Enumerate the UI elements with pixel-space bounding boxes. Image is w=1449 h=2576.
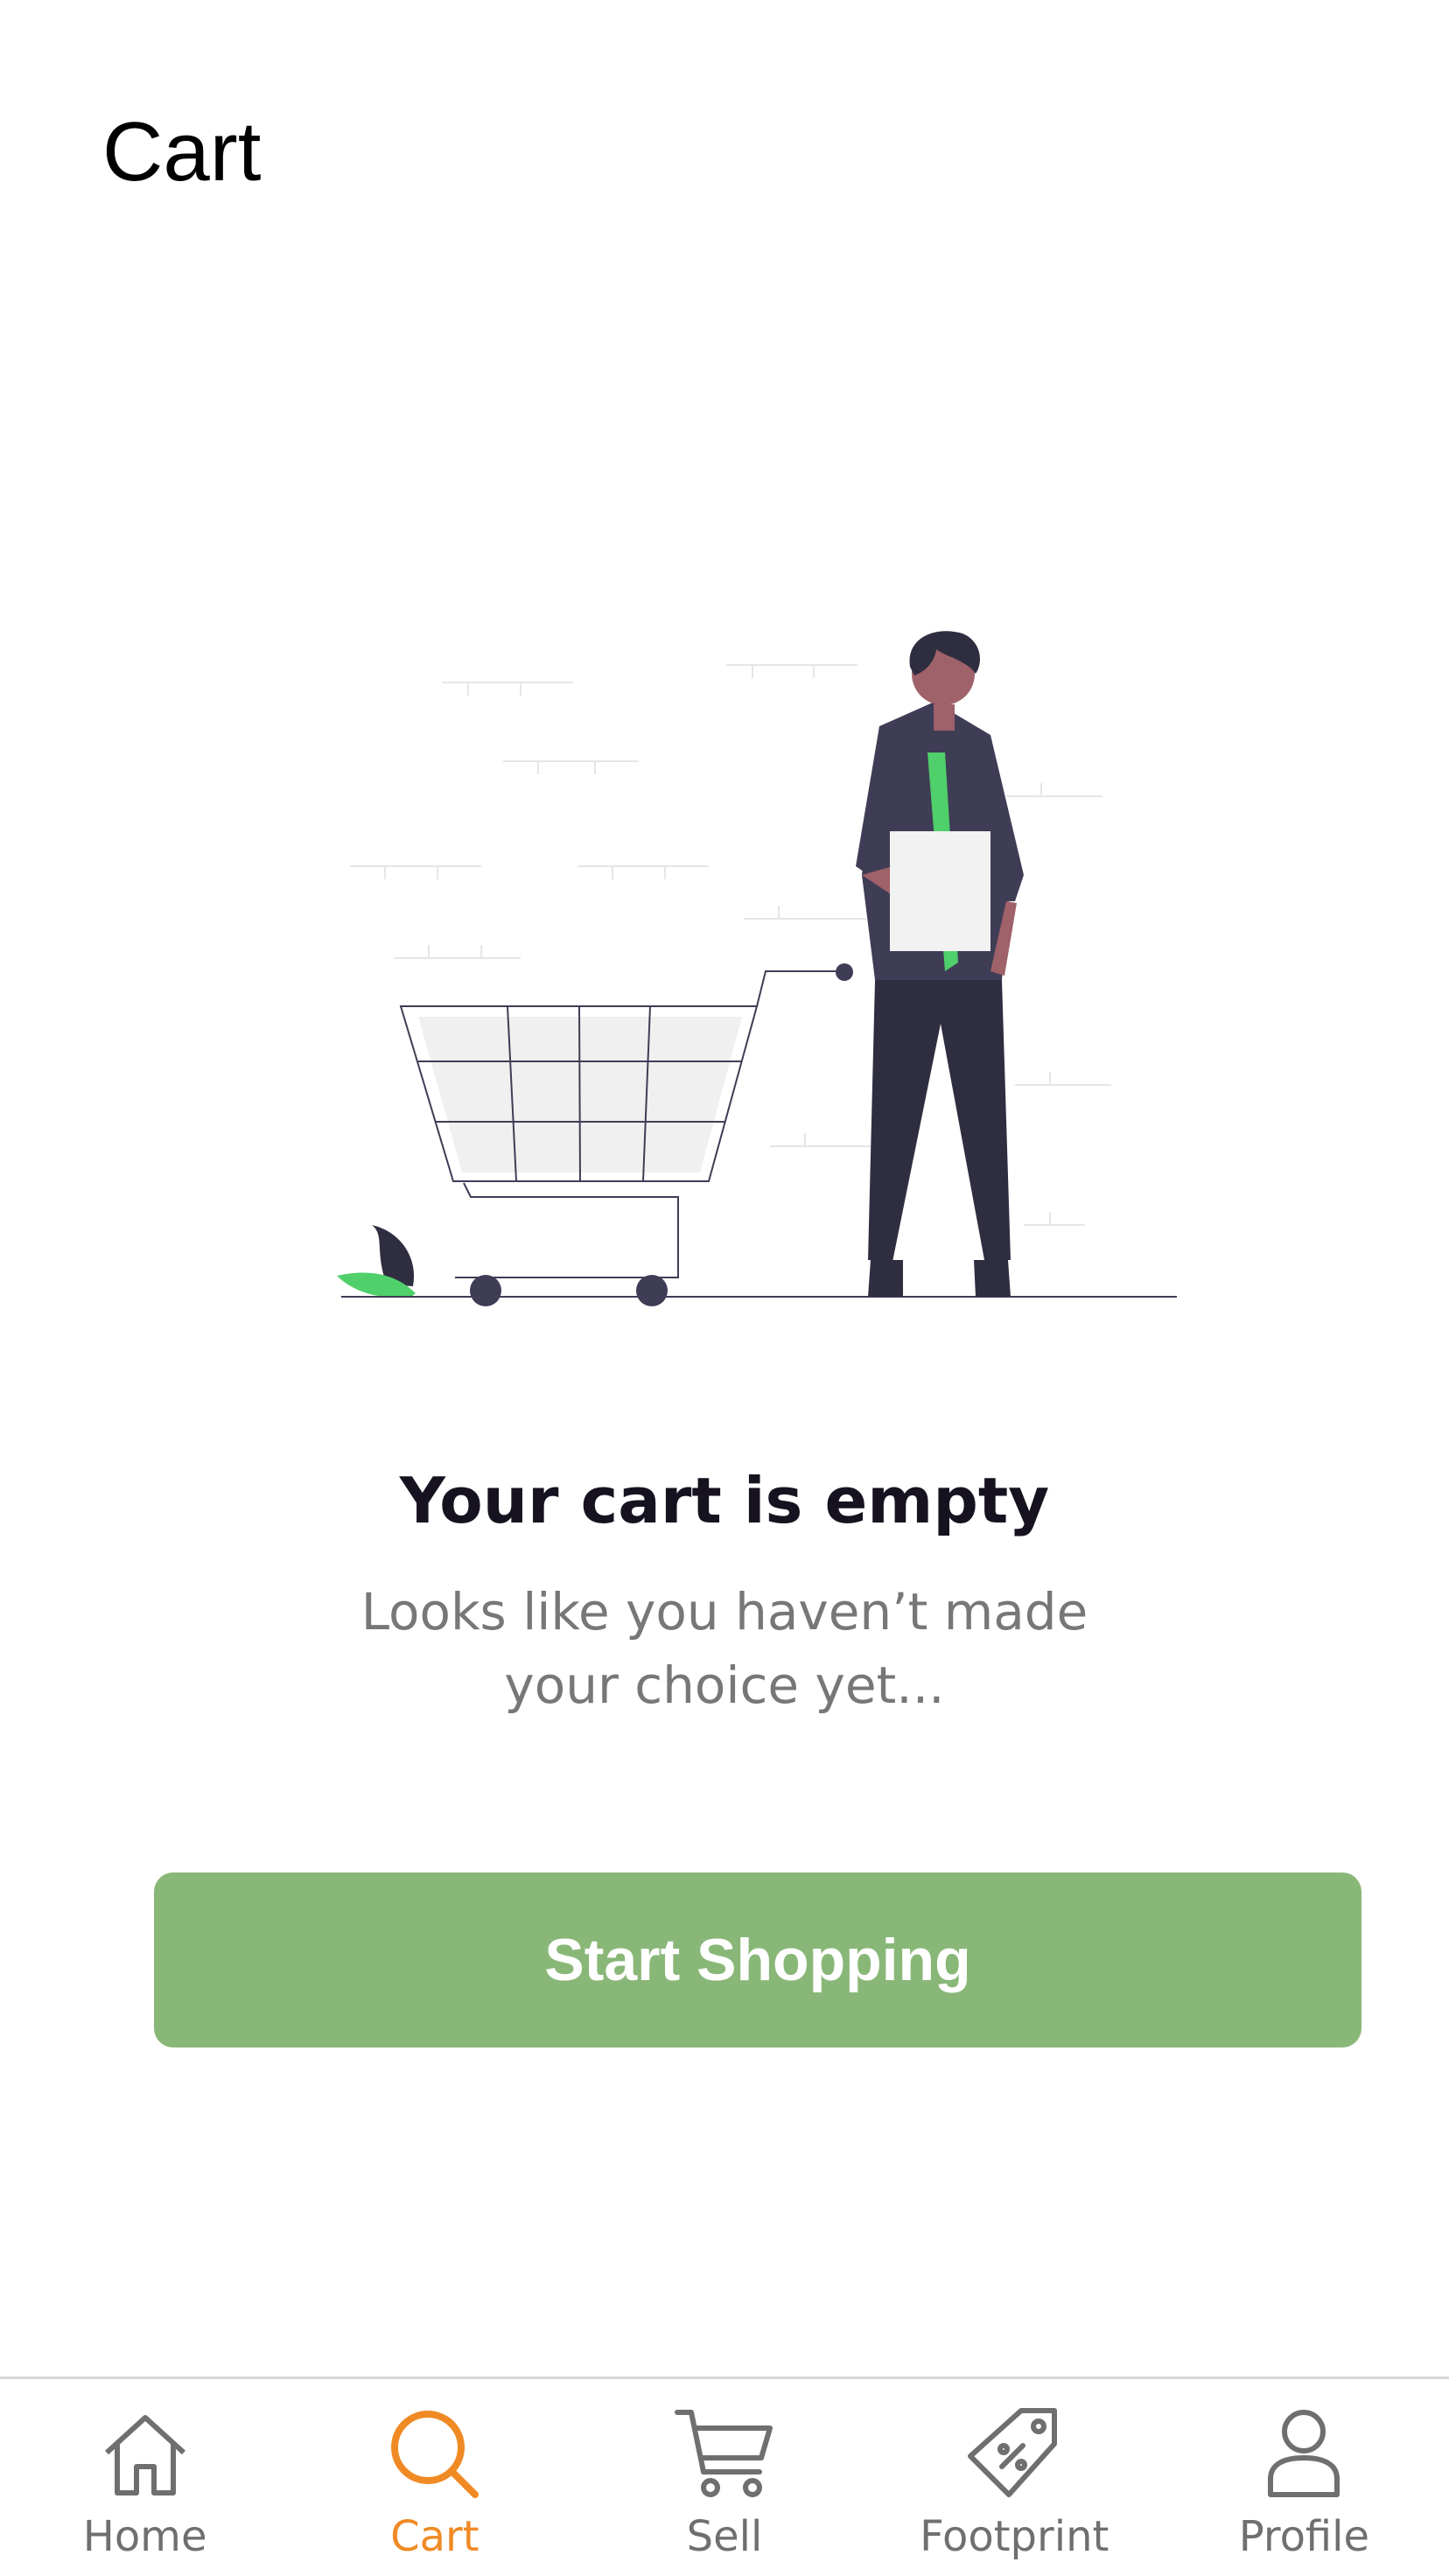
empty-cart-subtitle-line: your choice yet...	[504, 1656, 945, 1715]
person-icon	[1253, 2404, 1354, 2505]
nav-label-footprint: Footprint	[920, 2512, 1110, 2561]
nav-item-sell[interactable]: Sell	[579, 2379, 869, 2576]
nav-item-profile[interactable]: Profile	[1159, 2379, 1449, 2576]
empty-cart-subtitle: Looks like you haven’t made your choice …	[0, 1575, 1449, 1722]
nav-label-home: Home	[82, 2512, 207, 2561]
nav-item-footprint[interactable]: Footprint	[870, 2379, 1159, 2576]
nav-label-profile: Profile	[1238, 2512, 1370, 2561]
start-shopping-button[interactable]: Start Shopping	[154, 1872, 1362, 2048]
search-icon	[384, 2404, 486, 2505]
home-icon	[94, 2404, 196, 2505]
nav-item-cart[interactable]: Cart	[290, 2379, 579, 2576]
page-title: Cart	[102, 105, 262, 199]
nav-item-home[interactable]: Home	[0, 2379, 290, 2576]
cart-icon	[674, 2404, 775, 2505]
empty-cart-subtitle-line: Looks like you haven’t made	[360, 1582, 1088, 1642]
nav-label-sell: Sell	[686, 2512, 763, 2561]
empty-cart-title: Your cart is empty	[399, 1464, 1050, 1537]
tag-icon	[963, 2404, 1065, 2505]
app-header: Cart	[0, 0, 1449, 228]
bottom-nav: Home Cart Sell Footprint Profile	[0, 2376, 1449, 2576]
empty-cart-illustration	[332, 612, 1190, 1339]
nav-label-cart: Cart	[390, 2512, 480, 2561]
